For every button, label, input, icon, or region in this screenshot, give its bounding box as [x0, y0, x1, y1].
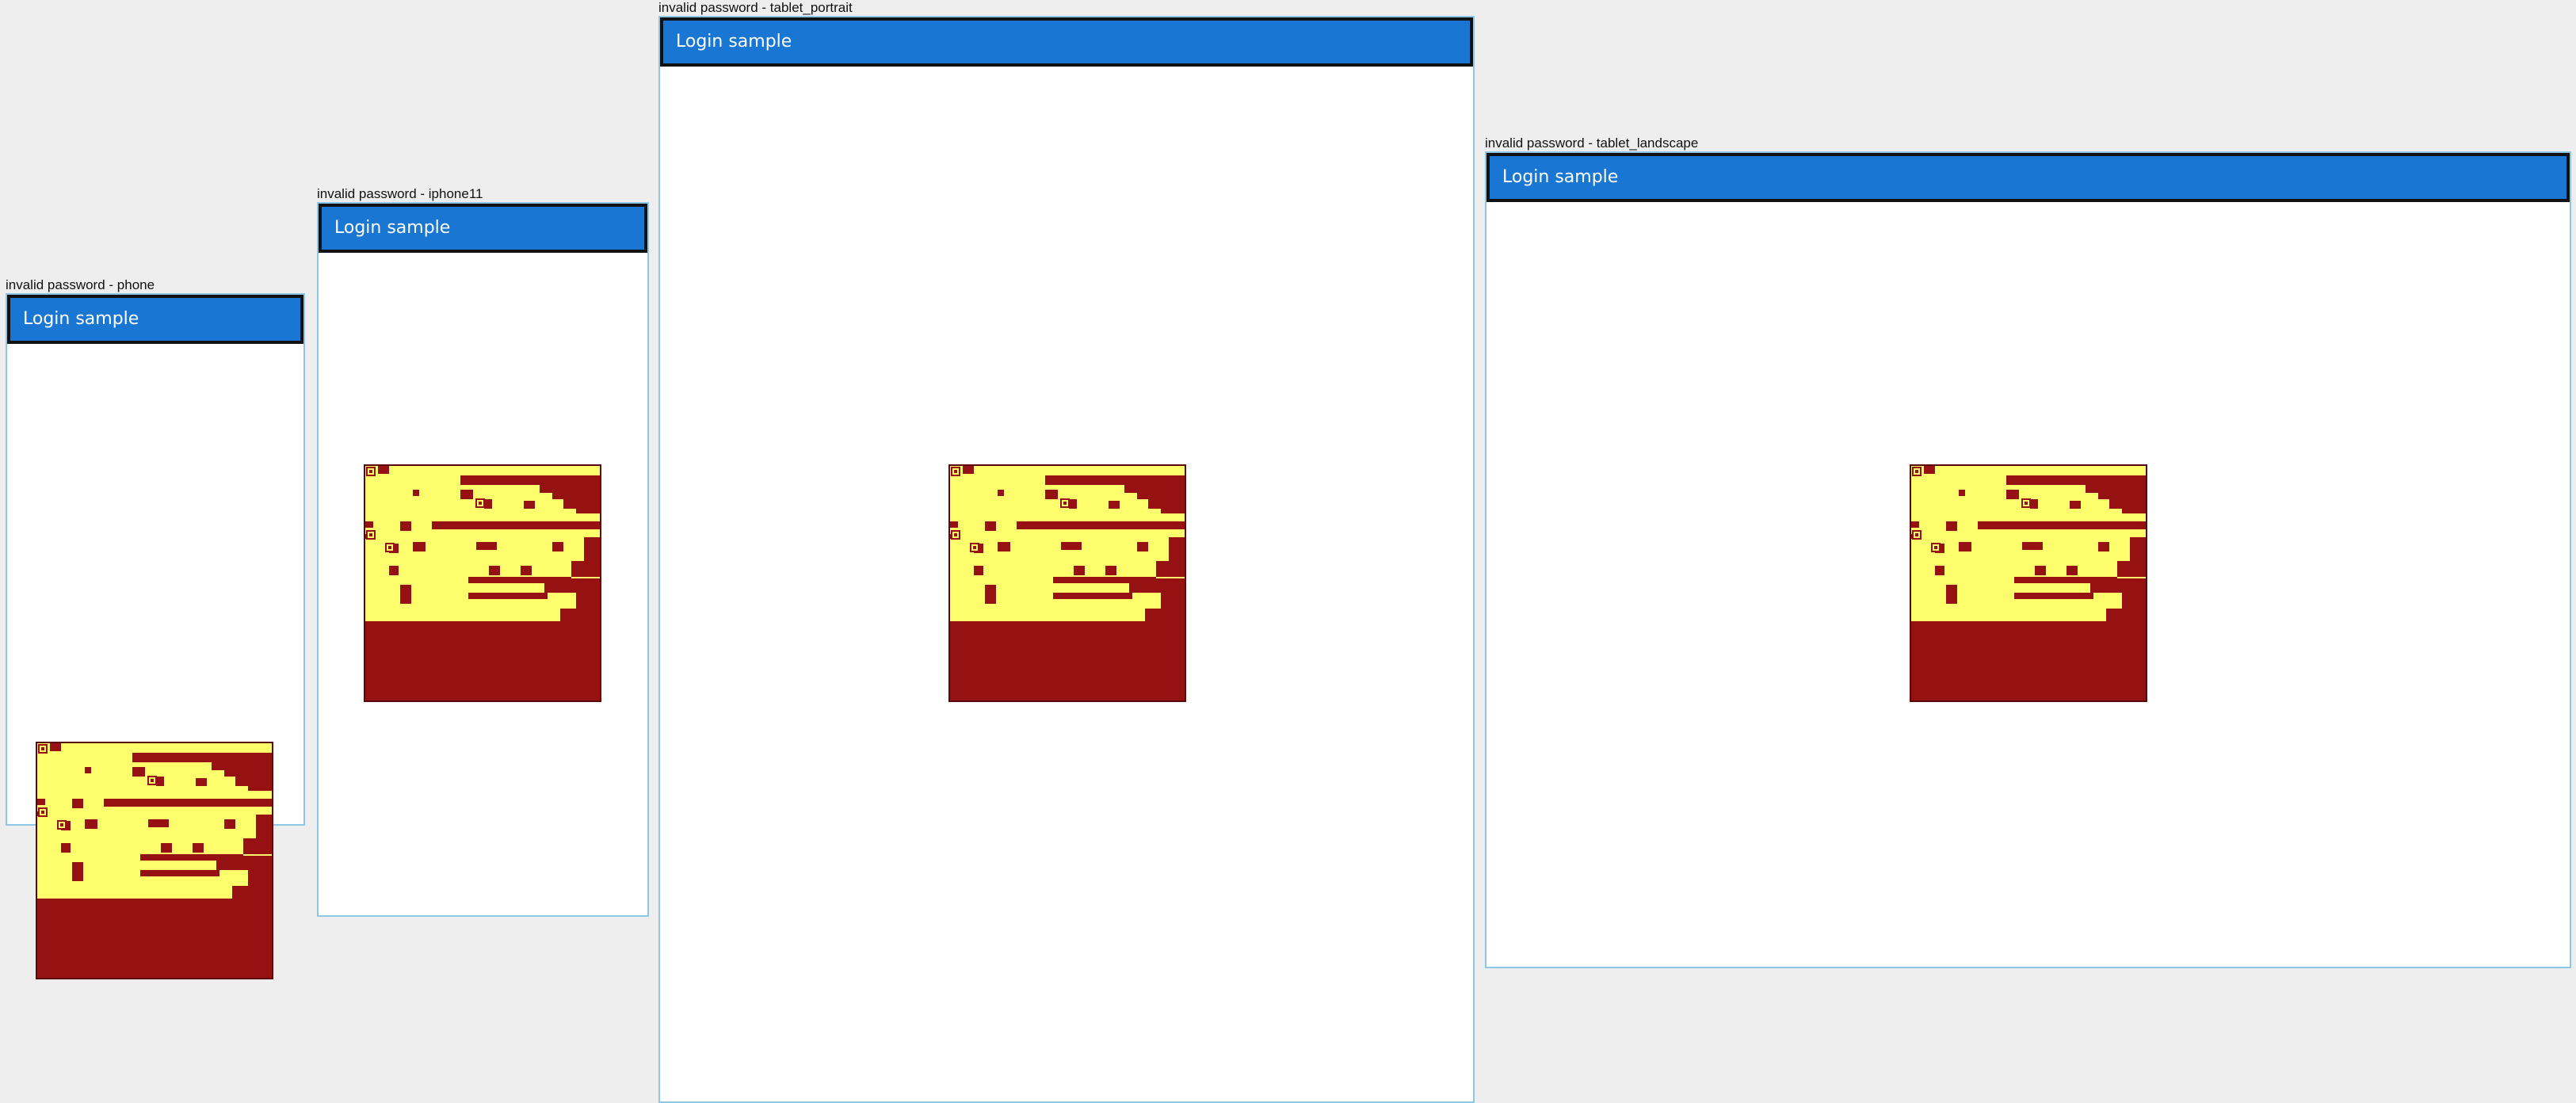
pattern-image — [1910, 464, 2147, 702]
frame-title: invalid password - iphone11 — [317, 186, 483, 201]
frame-title: invalid password - tablet_landscape — [1485, 135, 1699, 151]
frame-title: invalid password - phone — [6, 277, 155, 292]
pattern-graphic — [1911, 466, 2146, 700]
app-bar-title: Login sample — [676, 32, 792, 52]
app-bar: Login sample — [319, 204, 647, 253]
app-bar-title: Login sample — [23, 309, 139, 329]
device-screen: Login sample — [6, 293, 305, 979]
app-bar: Login sample — [660, 17, 1473, 67]
pattern-image — [364, 464, 601, 702]
pattern-image — [948, 464, 1186, 702]
app-bar: Login sample — [1486, 153, 2570, 202]
pattern-graphic — [37, 743, 272, 978]
frame-tablet-portrait: invalid password - tablet_portrait Login… — [658, 0, 1475, 1103]
device-screen: Login sample — [1485, 151, 2571, 968]
frame-tablet-landscape: invalid password - tablet_landscape Logi… — [1485, 135, 2571, 968]
app-bar: Login sample — [7, 295, 303, 344]
pattern-graphic — [950, 466, 1185, 700]
frame-phone: invalid password - phone Login sample — [6, 277, 305, 979]
frame-title: invalid password - tablet_portrait — [658, 0, 853, 15]
device-screen: Login sample — [317, 202, 649, 917]
pattern-graphic — [365, 466, 600, 700]
pattern-image — [36, 742, 273, 979]
app-bar-title: Login sample — [1502, 167, 1619, 187]
app-bar-title: Login sample — [334, 218, 451, 238]
frame-iphone11: invalid password - iphone11 Login sample — [317, 186, 649, 917]
device-screen: Login sample — [658, 16, 1475, 1103]
